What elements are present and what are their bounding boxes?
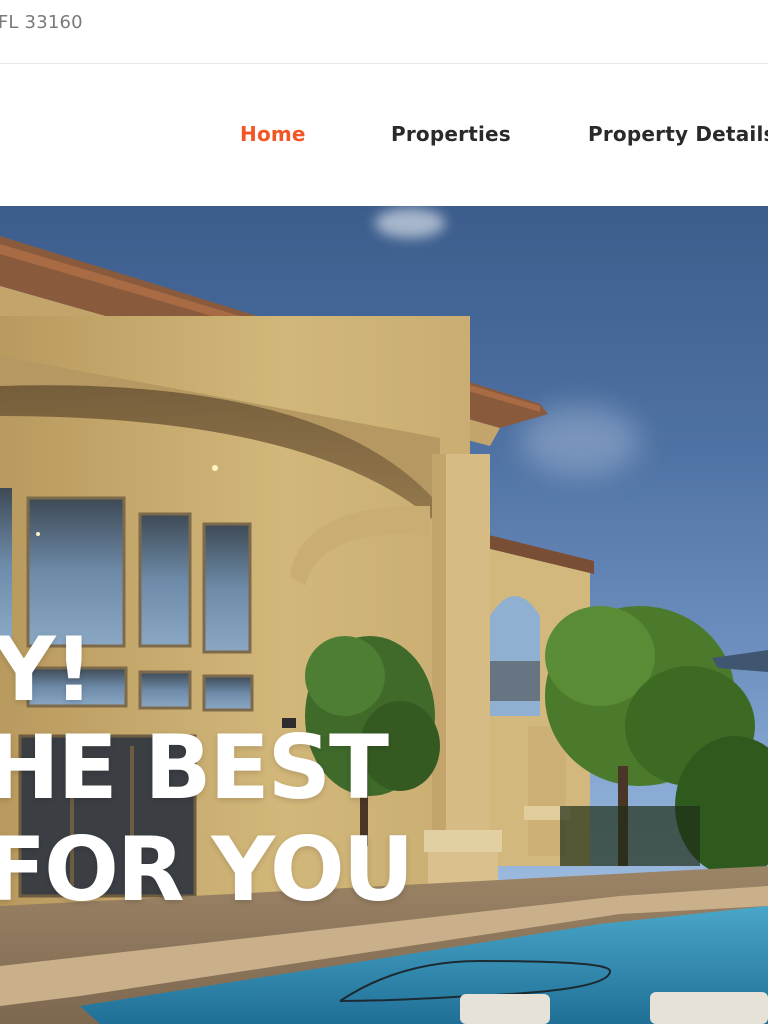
nav-property-details-link[interactable]: Property Details — [588, 122, 768, 146]
address-text: , FL 33160 — [0, 12, 83, 33]
hero-text: Y! HE BEST FOR YOU — [0, 206, 768, 1024]
hero-banner: Y! HE BEST FOR YOU — [0, 206, 768, 1024]
main-navigation: Home Properties Property Details — [0, 64, 768, 206]
hero-heading-line-3: FOR YOU — [0, 818, 414, 921]
hero-heading-line-1: Y! — [0, 618, 94, 721]
nav-properties-link[interactable]: Properties — [391, 122, 511, 146]
hero-heading-line-2: HE BEST — [0, 716, 389, 819]
nav-home-link[interactable]: Home — [240, 122, 306, 146]
top-info-bar: , FL 33160 — [0, 0, 768, 64]
